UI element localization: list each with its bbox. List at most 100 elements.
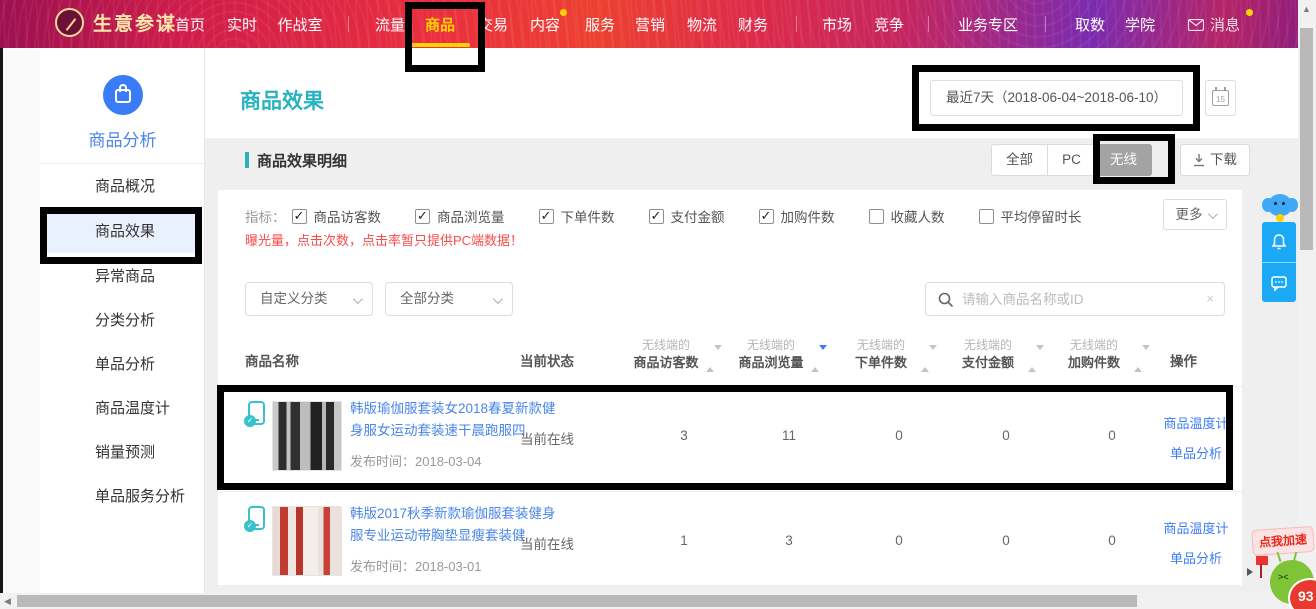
vertical-scroll-thumb[interactable] <box>1300 28 1313 250</box>
nav-item-academy[interactable]: 学院 <box>1125 14 1155 35</box>
nav-item-realtime[interactable]: 实时 <box>227 14 257 35</box>
notification-bell-button[interactable] <box>1262 222 1296 262</box>
date-range-selector[interactable]: 最近7天（2018-06-04~2018-06-10） <box>930 80 1183 116</box>
sidebar-item-category-analysis[interactable]: 分类分析 <box>40 300 202 342</box>
column-prefix: 无线端的 <box>833 336 929 354</box>
nav-divider <box>348 16 349 32</box>
nav-item-traffic[interactable]: 流量 <box>375 14 405 35</box>
sidebar-item-product-overview[interactable]: 商品概况 <box>40 166 202 208</box>
scroll-up-arrow-icon[interactable]: ▲ <box>1302 4 1311 14</box>
checkbox-checked-icon[interactable] <box>539 209 554 224</box>
chevron-down-icon <box>1207 209 1217 219</box>
nav-item-content[interactable]: 内容 <box>530 14 560 35</box>
indicator-option-orders[interactable]: 下单件数 <box>539 206 615 226</box>
sidebar-item-single-product-service[interactable]: 单品服务分析 <box>40 476 202 518</box>
sort-arrows-icon[interactable] <box>1134 350 1150 368</box>
clear-search-icon[interactable]: × <box>1206 291 1214 306</box>
custom-category-select[interactable]: 自定义分类 <box>245 282 373 316</box>
sort-arrows-icon-active-desc[interactable] <box>811 350 827 368</box>
checkbox-checked-icon[interactable] <box>759 209 774 224</box>
action-analysis-link[interactable]: 单品分析 <box>1148 443 1244 462</box>
column-header-status: 当前状态 <box>520 350 574 370</box>
column-header-views[interactable]: 无线端的 商品浏览量 <box>723 336 819 372</box>
nav-item-finance[interactable]: 财务 <box>738 14 768 35</box>
sidebar-item-abnormal-products[interactable]: 异常商品 <box>40 256 202 298</box>
column-header-payment[interactable]: 无线端的 支付金额 <box>940 336 1036 372</box>
indicator-option-views[interactable]: 商品浏览量 <box>415 206 505 226</box>
detail-panel: 指标： 商品访客数 商品浏览量 下单件数 支付金额 加购件数 <box>218 190 1242 585</box>
sidebar-item-product-thermometer[interactable]: 商品温度计 <box>40 388 202 430</box>
row-divider <box>218 386 1242 387</box>
calendar-button[interactable]: 15 <box>1205 80 1236 116</box>
indicator-option-label: 加购件数 <box>781 206 835 226</box>
indicator-option-visitors[interactable]: 商品访客数 <box>292 206 382 226</box>
checkbox-checked-icon[interactable] <box>415 209 430 224</box>
product-analysis-icon <box>103 75 143 115</box>
sort-arrows-icon[interactable] <box>921 350 937 368</box>
brand[interactable]: 生意参谋 <box>55 8 177 37</box>
nav-item-competition[interactable]: 竞争 <box>874 14 904 35</box>
pc-data-note: 曝光量，点击次数，点击率暂只提供PC端数据！ <box>245 230 523 249</box>
bell-icon <box>1270 233 1288 251</box>
checkbox-unchecked-icon[interactable] <box>869 209 884 224</box>
section-accent-bar <box>245 152 249 168</box>
checkbox-checked-icon[interactable] <box>649 209 664 224</box>
tab-all[interactable]: 全部 <box>991 144 1048 176</box>
terminal-tabs: 全部 PC 无线 <box>991 144 1152 176</box>
nav-item-data-fetch[interactable]: 取数 <box>1075 14 1105 35</box>
nav-item-messages[interactable]: 消息 <box>1188 14 1240 35</box>
horizontal-scroll-thumb[interactable] <box>17 595 1137 607</box>
nav-item-warroom[interactable]: 作战室 <box>277 14 322 35</box>
nav-item-marketing[interactable]: 营销 <box>635 14 665 35</box>
nav-item-logistics[interactable]: 物流 <box>687 14 717 35</box>
cart-value: 0 <box>1064 533 1160 548</box>
sort-arrows-icon[interactable] <box>1028 350 1044 368</box>
indicator-option-payment[interactable]: 支付金额 <box>649 206 725 226</box>
indicator-option-cart[interactable]: 加购件数 <box>759 206 835 226</box>
product-image[interactable] <box>272 401 342 471</box>
indicator-option-label: 下单件数 <box>561 206 615 226</box>
horizontal-scrollbar[interactable]: ◀ <box>0 593 1298 609</box>
collapse-arrow-icon[interactable] <box>1247 568 1253 576</box>
nav-item-product[interactable]: 商品 <box>425 14 455 35</box>
download-button[interactable]: 下载 <box>1180 144 1250 176</box>
sidebar-item-single-product-analysis[interactable]: 单品分析 <box>40 344 202 386</box>
action-thermometer-link[interactable]: 商品温度计 <box>1148 413 1244 432</box>
visitors-value: 1 <box>636 533 732 548</box>
action-thermometer-link[interactable]: 商品温度计 <box>1148 518 1244 537</box>
all-category-select[interactable]: 全部分类 <box>385 282 513 316</box>
indicator-option-favorites[interactable]: 收藏人数 <box>869 206 945 226</box>
compass-logo-icon <box>55 8 84 37</box>
indicator-option-label: 商品访客数 <box>314 206 382 226</box>
action-analysis-link[interactable]: 单品分析 <box>1148 548 1244 567</box>
status-value: 当前在线 <box>520 428 574 448</box>
vertical-scrollbar[interactable]: ▲ <box>1298 0 1316 609</box>
nav-item-trade[interactable]: 交易 <box>478 14 508 35</box>
sort-arrows-icon[interactable] <box>706 350 722 368</box>
more-button[interactable]: 更多 <box>1163 199 1227 230</box>
column-header-cart[interactable]: 无线端的 加购件数 <box>1046 336 1142 372</box>
nav-item-market[interactable]: 市场 <box>822 14 852 35</box>
column-header-visitors[interactable]: 无线端的 商品访客数 <box>618 336 714 372</box>
nav-item-home[interactable]: 首页 <box>175 14 205 35</box>
publish-date: 发布时间：2018-03-04 <box>350 451 482 470</box>
top-navbar: 生意参谋 首页 实时 作战室 流量 商品 交易 内容 服务 营销 物流 财务 市… <box>0 0 1298 48</box>
sidebar-item-sales-forecast[interactable]: 销量预测 <box>40 432 202 474</box>
visitors-value: 3 <box>636 428 732 443</box>
product-image[interactable] <box>272 506 342 576</box>
cart-value: 0 <box>1064 428 1160 443</box>
nav-item-business-zone[interactable]: 业务专区 <box>958 14 1018 35</box>
search-input[interactable] <box>962 284 1192 314</box>
chat-bubble-icon <box>1270 274 1288 292</box>
scroll-left-arrow-icon[interactable]: ◀ <box>4 596 11 607</box>
sidebar-item-product-effect[interactable]: 商品效果 <box>40 211 202 253</box>
feedback-chat-button[interactable] <box>1262 262 1296 302</box>
column-header-orders[interactable]: 无线端的 下单件数 <box>833 336 929 372</box>
indicator-option-stay-time[interactable]: 平均停留时长 <box>979 206 1082 226</box>
checkbox-checked-icon[interactable] <box>292 209 307 224</box>
tab-wireless[interactable]: 无线 <box>1096 144 1152 176</box>
tab-pc[interactable]: PC <box>1048 144 1096 176</box>
checkbox-unchecked-icon[interactable] <box>979 209 994 224</box>
nav-divider <box>796 16 797 32</box>
nav-item-service[interactable]: 服务 <box>585 14 615 35</box>
